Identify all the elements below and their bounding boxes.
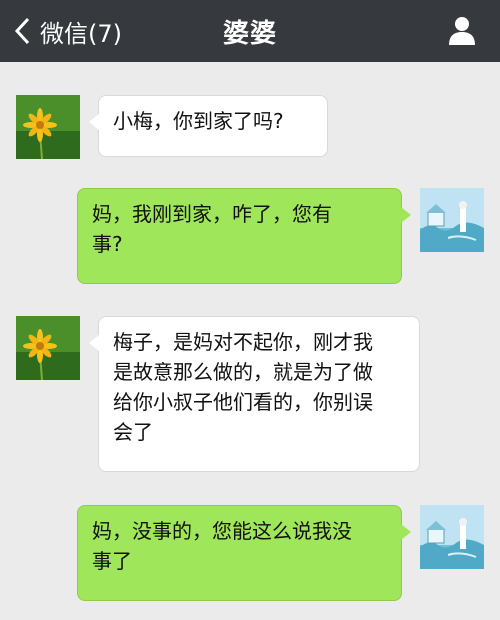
my-avatar[interactable] [420,188,484,252]
landscape-avatar-icon [420,188,484,252]
chat-title: 婆婆 [222,18,277,49]
landscape-avatar-icon [420,505,484,569]
outgoing-message-bubble[interactable]: 妈，我刚到家，咋了，您有 事? [77,188,411,284]
message-text: 梅子，是妈对不起你，刚才我 是故意那么做的，就是为了做 给你小叔子他们看的，你别… [113,330,373,444]
contact-avatar[interactable] [16,95,80,159]
bubble-tail [89,114,99,130]
incoming-message-bubble[interactable]: 小梅，你到家了吗? [89,95,328,157]
bubble-tail [89,335,99,351]
flower-avatar-icon [16,316,80,380]
flower-avatar-icon [16,95,80,159]
incoming-message-bubble[interactable]: 梅子，是妈对不起你，刚才我 是故意那么做的，就是为了做 给你小叔子他们看的，你别… [89,316,420,472]
bubble-tail [401,207,411,223]
message-text: 小梅，你到家了吗? [113,109,284,133]
my-avatar[interactable] [420,505,484,569]
message-text: 妈，我刚到家，咋了，您有 事? [92,202,332,256]
bubble-tail [401,524,411,540]
message-text: 妈，没事的，您能这么说我没 事了 [92,519,352,573]
outgoing-message-bubble[interactable]: 妈，没事的，您能这么说我没 事了 [77,505,411,601]
person-icon[interactable] [446,14,478,46]
top-bar: 微信(7) 婆婆 [0,0,500,62]
contact-avatar[interactable] [16,316,80,380]
